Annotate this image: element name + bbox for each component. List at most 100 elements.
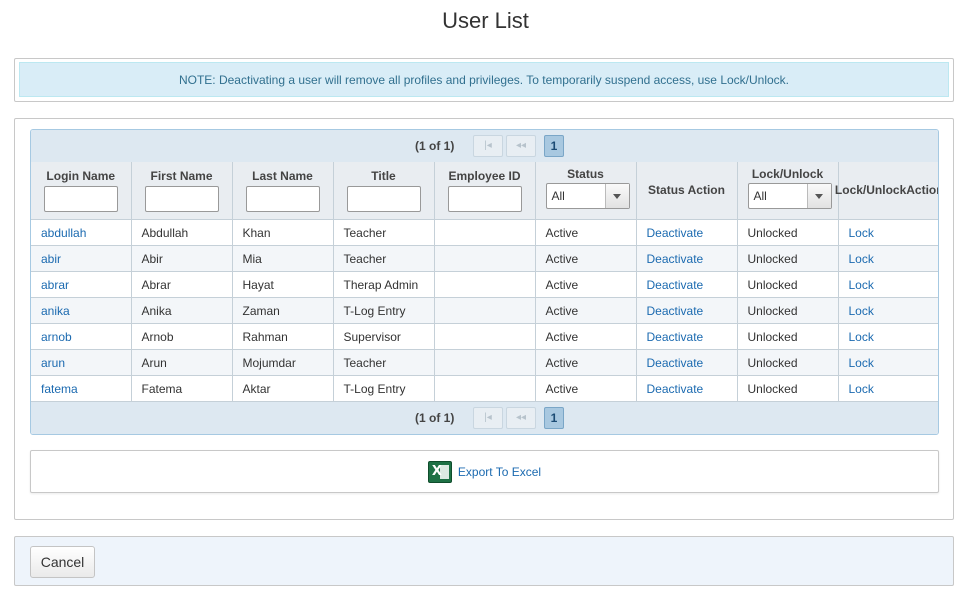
employee-id-cell xyxy=(434,375,536,402)
title-cell: Therap Admin xyxy=(333,271,435,298)
col-lock-unlock[interactable]: Lock/Unlock All xyxy=(737,162,839,220)
header-row: Login Name First Name Last Name Title Em… xyxy=(31,162,938,220)
login-cell: fatema xyxy=(31,375,132,402)
footer-panel: Cancel xyxy=(14,536,954,586)
chevron-down-icon[interactable] xyxy=(604,184,629,208)
deactivate-link[interactable]: Deactivate xyxy=(647,226,704,240)
lock-link[interactable]: Lock xyxy=(849,278,874,292)
prev-page-icon[interactable]: ◂◂ xyxy=(506,135,536,157)
chevron-down-icon[interactable] xyxy=(806,184,831,208)
deactivate-link[interactable]: Deactivate xyxy=(647,356,704,370)
lock-link[interactable]: Lock xyxy=(849,330,874,344)
prev-page-icon[interactable]: ◂◂ xyxy=(506,407,536,429)
lock-action-cell: Lock xyxy=(838,349,938,376)
last-name-cell: Rahman xyxy=(232,323,334,350)
first-name-cell: Arnob xyxy=(131,323,233,350)
page-number-button[interactable]: 1 xyxy=(544,135,564,157)
lock-state-cell: Unlocked xyxy=(737,323,839,350)
col-status-action: Status Action xyxy=(636,162,738,220)
employee-id-filter[interactable] xyxy=(447,186,522,212)
col-last-name-label: Last Name xyxy=(252,169,313,183)
lock-state-cell: Unlocked xyxy=(737,297,839,324)
lock-filter-select[interactable]: All xyxy=(747,183,832,209)
status-action-cell: Deactivate xyxy=(636,245,738,272)
lock-action-cell: Lock xyxy=(838,245,938,272)
lock-action-cell: Lock xyxy=(838,219,938,246)
login-link[interactable]: arnob xyxy=(41,330,72,344)
lock-state-cell: Unlocked xyxy=(737,271,839,298)
status-cell: Active xyxy=(535,349,637,376)
excel-icon[interactable]: X xyxy=(427,460,452,483)
employee-id-cell xyxy=(434,349,536,376)
login-link[interactable]: arun xyxy=(41,356,65,370)
col-lock-unlock-action-label: Lock/Unlock Action xyxy=(835,162,938,219)
last-name-cell: Hayat xyxy=(232,271,334,298)
lock-link[interactable]: Lock xyxy=(849,356,874,370)
last-name-cell: Aktar xyxy=(232,375,334,402)
login-link[interactable]: abrar xyxy=(41,278,69,292)
lock-link[interactable]: Lock xyxy=(849,252,874,266)
deactivate-link[interactable]: Deactivate xyxy=(647,382,704,396)
lock-link[interactable]: Lock xyxy=(849,304,874,318)
last-name-filter[interactable] xyxy=(245,186,320,212)
login-link[interactable]: fatema xyxy=(41,382,78,396)
title-cell: Supervisor xyxy=(333,323,435,350)
login-link[interactable]: abir xyxy=(41,252,61,266)
col-employee-id-label: Employee ID xyxy=(448,169,521,183)
col-status[interactable]: Status All xyxy=(535,162,637,220)
status-filter-value: All xyxy=(551,189,565,203)
deactivate-link[interactable]: Deactivate xyxy=(647,304,704,318)
col-login-name[interactable]: Login Name xyxy=(31,162,132,220)
login-cell: abir xyxy=(31,245,132,272)
status-cell: Active xyxy=(535,375,637,402)
login-link[interactable]: anika xyxy=(41,304,70,318)
note-panel: NOTE: Deactivating a user will remove al… xyxy=(14,58,954,102)
col-first-name[interactable]: First Name xyxy=(131,162,233,220)
status-filter-select[interactable]: All xyxy=(545,183,630,209)
last-name-cell: Mia xyxy=(232,245,334,272)
status-action-cell: Deactivate xyxy=(636,349,738,376)
col-lock-unlock-action-line1: Lock/Unlock xyxy=(834,183,907,197)
note-text: NOTE: Deactivating a user will remove al… xyxy=(19,62,949,97)
deactivate-link[interactable]: Deactivate xyxy=(647,252,704,266)
col-title[interactable]: Title xyxy=(333,162,435,220)
status-cell: Active xyxy=(535,245,637,272)
col-employee-id[interactable]: Employee ID xyxy=(434,162,536,220)
title-cell: T-Log Entry xyxy=(333,375,435,402)
lock-link[interactable]: Lock xyxy=(849,226,874,240)
lock-action-cell: Lock xyxy=(838,323,938,350)
col-last-name[interactable]: Last Name xyxy=(232,162,334,220)
export-panel: X Export To Excel xyxy=(30,450,939,493)
login-cell: abrar xyxy=(31,271,132,298)
page-number-button[interactable]: 1 xyxy=(544,407,564,429)
export-to-excel-link[interactable]: Export To Excel xyxy=(458,465,541,479)
table-row: arnob Arnob Rahman Supervisor Active Dea… xyxy=(31,323,938,350)
login-name-filter[interactable] xyxy=(43,186,118,212)
deactivate-link[interactable]: Deactivate xyxy=(647,330,704,344)
login-cell: arnob xyxy=(31,323,132,350)
first-page-icon[interactable]: |◂ xyxy=(473,135,503,157)
title-filter[interactable] xyxy=(346,186,421,212)
col-title-label: Title xyxy=(371,169,396,183)
login-cell: anika xyxy=(31,297,132,324)
col-lock-unlock-label: Lock/Unlock xyxy=(751,167,824,181)
login-cell: abdullah xyxy=(31,219,132,246)
first-page-icon[interactable]: |◂ xyxy=(473,407,503,429)
login-link[interactable]: abdullah xyxy=(41,226,86,240)
first-name-cell: Abir xyxy=(131,245,233,272)
deactivate-link[interactable]: Deactivate xyxy=(647,278,704,292)
title-cell: Teacher xyxy=(333,219,435,246)
title-cell: Teacher xyxy=(333,245,435,272)
cancel-button[interactable]: Cancel xyxy=(30,546,95,578)
col-lock-unlock-action: Lock/Unlock Action xyxy=(835,162,938,220)
lock-state-cell: Unlocked xyxy=(737,245,839,272)
page-info: (1 of 1) xyxy=(415,139,455,153)
last-name-cell: Zaman xyxy=(232,297,334,324)
lock-link[interactable]: Lock xyxy=(849,382,874,396)
first-name-filter[interactable] xyxy=(144,186,219,212)
lock-action-cell: Lock xyxy=(838,375,938,402)
employee-id-cell xyxy=(434,323,536,350)
lock-action-cell: Lock xyxy=(838,271,938,298)
user-grid: (1 of 1) |◂ ◂◂ 1 Login Name First Name L… xyxy=(30,129,939,435)
last-name-cell: Khan xyxy=(232,219,334,246)
